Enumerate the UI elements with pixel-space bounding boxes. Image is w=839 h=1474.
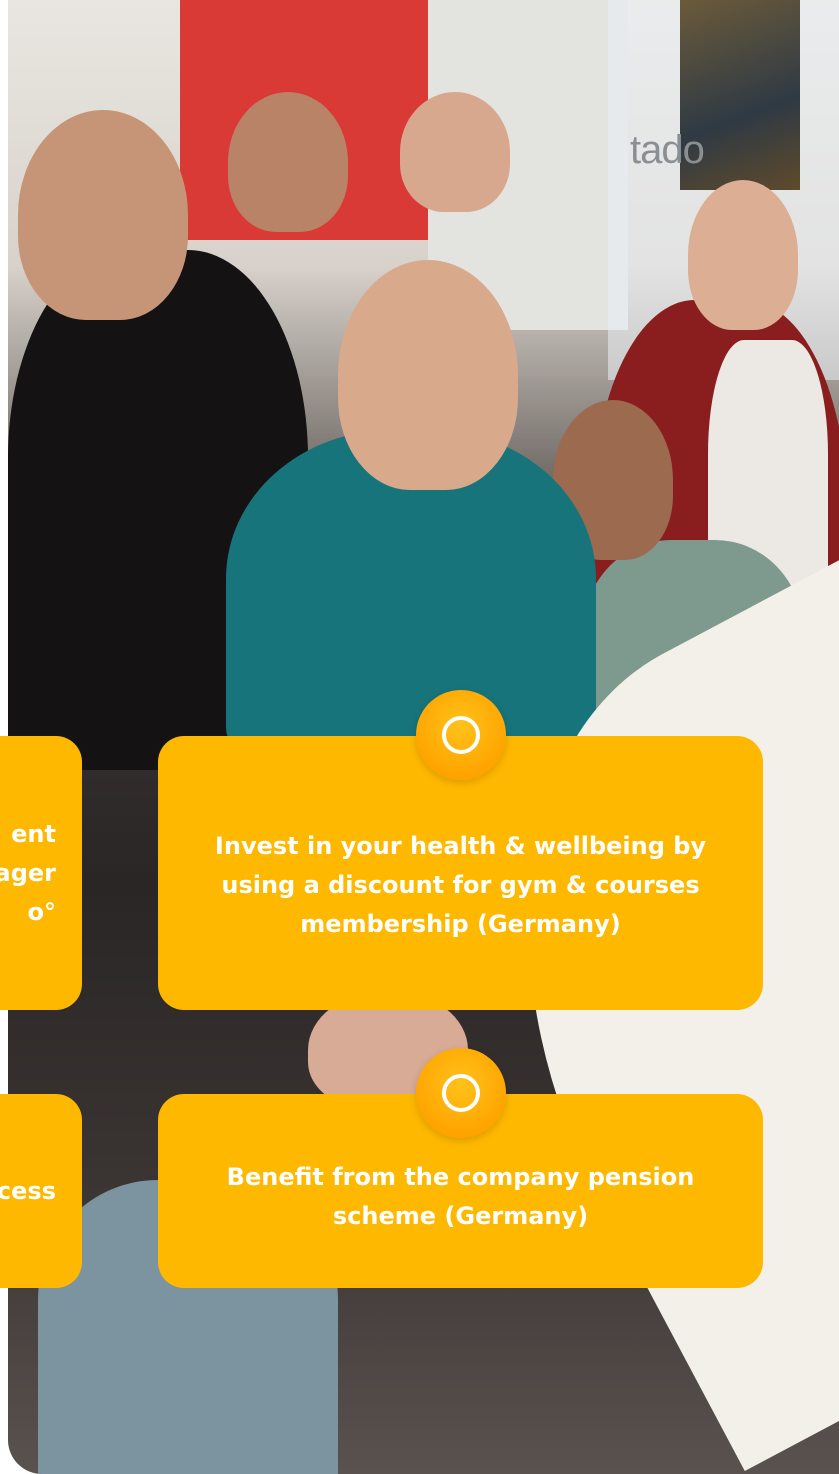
person-head	[688, 180, 798, 330]
person-head	[18, 110, 188, 320]
wall-logo: tado	[630, 128, 705, 172]
benefit-card-text: Invest in your health & wellbeing by usi…	[214, 831, 707, 938]
person-head	[400, 92, 510, 212]
person-head	[228, 92, 348, 232]
person-head	[338, 260, 518, 490]
card-line: ager	[0, 858, 56, 887]
card-line: o°	[27, 897, 57, 926]
card-line: ent	[11, 819, 56, 848]
benefit-card-partial: cess	[0, 1094, 82, 1288]
benefit-card-partial: ent ager o°	[0, 736, 82, 1010]
circle-icon	[416, 1048, 506, 1138]
circle-icon	[416, 690, 506, 780]
card-line: cess	[0, 1176, 56, 1205]
benefit-card-text: Benefit from the company pension scheme …	[226, 1163, 695, 1230]
